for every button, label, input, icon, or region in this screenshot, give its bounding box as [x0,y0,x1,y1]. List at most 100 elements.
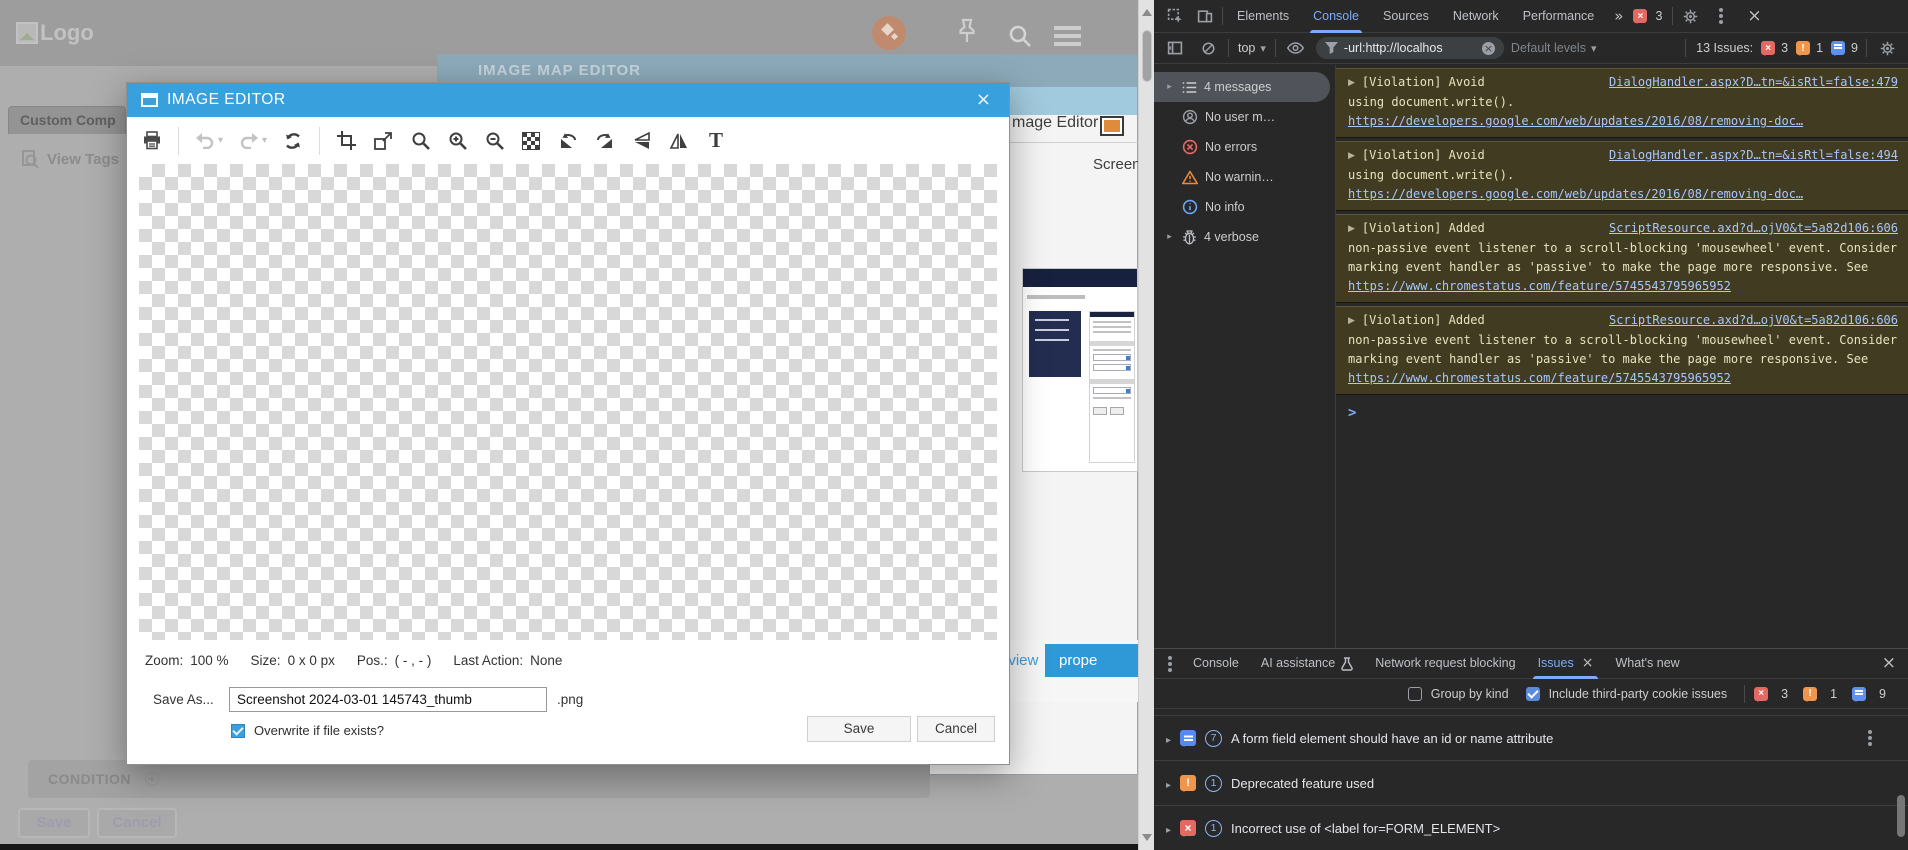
rotate-right-button[interactable] [594,126,616,156]
refresh-button[interactable] [282,126,304,156]
filename-input[interactable] [229,687,547,712]
zoom-button[interactable] [409,126,431,156]
undo-button[interactable]: ▾ [194,126,223,156]
sidebar-item-user-messages[interactable]: No user m… [1154,102,1330,132]
crop-button[interactable] [335,126,357,156]
sidebar-item-warnings[interactable]: No warnin… [1154,162,1330,192]
error-badge-icon[interactable] [1633,9,1648,24]
issue-row[interactable]: 1 Deprecated feature used [1154,760,1908,805]
source-link[interactable]: ScriptResource.axd?d…ojV0&t=5a82d106:606 [1609,219,1898,238]
scrollbar-thumb[interactable] [1142,30,1152,82]
page-cancel-button[interactable]: Cancel [97,808,177,838]
source-link[interactable]: ScriptResource.axd?d…ojV0&t=5a82d106:606 [1609,311,1898,330]
scroll-down-arrow[interactable] [1142,834,1152,841]
search-icon[interactable] [1008,24,1032,53]
issue-row[interactable]: 1 Incorrect use of <label for=FORM_ELEME… [1154,805,1908,850]
dialog-close-icon[interactable]: × [972,89,995,111]
condition-section-header[interactable]: CONDITION [28,760,930,798]
execution-context-selector[interactable]: top [1236,41,1268,55]
include-third-party-checkbox[interactable] [1525,686,1540,701]
flip-vertical-button[interactable] [631,126,653,156]
expand-triangle-icon[interactable] [1348,148,1362,162]
screenshot-icon[interactable] [1100,116,1124,136]
clear-filter-icon[interactable]: × [1481,41,1495,55]
message-url-link[interactable]: https://www.chromestatus.com/feature/574… [1348,369,1898,388]
redo-button[interactable]: ▾ [238,126,267,156]
sidebar-item-verbose[interactable]: 4 verbose [1154,222,1330,252]
logo[interactable]: Logo [16,20,94,46]
message-url-link[interactable]: https://developers.google.com/web/update… [1348,112,1898,131]
expand-caret-icon[interactable] [1164,82,1175,92]
drawer-tab-console[interactable]: Console [1182,649,1250,679]
tab-elements[interactable]: Elements [1227,0,1299,33]
undo-dropdown-icon[interactable]: ▾ [218,135,223,146]
sidebar-item-all-messages[interactable]: 4 messages [1154,72,1330,102]
hamburger-menu-icon[interactable] [1054,26,1081,30]
rotate-left-button[interactable] [557,126,579,156]
message-url-link[interactable]: https://developers.google.com/web/update… [1348,185,1898,204]
expand-triangle-icon[interactable] [1348,313,1362,327]
issues-scrollbar-thumb[interactable] [1897,795,1905,837]
scroll-up-arrow[interactable] [1142,9,1152,16]
pin-icon[interactable] [956,18,978,49]
console-sidebar-toggle-icon[interactable] [1162,35,1188,61]
overwrite-checkbox[interactable] [231,723,245,738]
tab-sources[interactable]: Sources [1373,0,1439,33]
ai-assistant-icon[interactable] [872,16,906,50]
text-tool-button[interactable] [705,126,727,156]
resize-button[interactable] [372,126,394,156]
more-tabs-icon[interactable]: » [1608,7,1629,25]
expand-caret-icon[interactable] [1166,776,1171,791]
expand-triangle-icon[interactable] [1348,221,1362,235]
console-prompt[interactable]: > [1336,398,1908,421]
console-settings-gear-icon[interactable] [1874,35,1900,61]
live-expression-eye-icon[interactable] [1283,35,1309,61]
screenshot-thumbnail[interactable] [1022,268,1138,472]
expand-triangle-icon[interactable] [1348,75,1362,89]
zoom-in-button[interactable] [446,126,468,156]
expand-caret-icon[interactable] [1164,232,1175,242]
drawer-tab-ai-assistance[interactable]: AI assistance [1250,649,1364,679]
tab-console[interactable]: Console [1303,0,1369,33]
page-scrollbar[interactable] [1138,0,1154,850]
drawer-tab-issues[interactable]: Issues × [1527,649,1605,679]
devtools-close-icon[interactable]: × [1739,7,1769,25]
inspect-element-icon[interactable] [1162,3,1188,29]
close-tab-icon[interactable]: × [1582,649,1594,678]
console-filter-input[interactable]: -url:http://localhos × [1315,37,1504,59]
settings-gear-icon[interactable] [1677,3,1703,29]
source-link[interactable]: DialogHandler.aspx?D…tn=&isRtl=false:479 [1609,73,1898,92]
transparency-button[interactable] [520,126,542,156]
devtools-menu-icon[interactable] [1719,14,1724,18]
tab-network[interactable]: Network [1443,0,1509,33]
issue-row[interactable]: 7 A form field element should have an id… [1154,715,1908,760]
drawer-tab-whats-new[interactable]: What's new [1604,649,1690,679]
add-condition-icon[interactable] [145,772,160,786]
print-button[interactable] [141,126,163,156]
clear-console-icon[interactable] [1195,35,1221,61]
sidebar-item-errors[interactable]: No errors [1154,132,1330,162]
source-link[interactable]: DialogHandler.aspx?D…tn=&isRtl=false:494 [1609,146,1898,165]
dialog-titlebar[interactable]: IMAGE EDITOR × [127,83,1009,117]
issues-counter[interactable]: 13 Issues: 3 1 9 [1685,39,1867,57]
flip-horizontal-button[interactable] [668,126,690,156]
editor-canvas[interactable] [139,164,997,640]
tab-properties[interactable]: prope [1045,644,1138,677]
issue-menu-icon[interactable] [1868,736,1872,740]
log-levels-dropdown[interactable]: Default levels [1511,41,1597,55]
dialog-cancel-button[interactable]: Cancel [917,716,995,742]
tab-performance[interactable]: Performance [1513,0,1605,33]
drawer-menu-icon[interactable] [1168,661,1172,666]
sidebar-item-info[interactable]: No info [1154,192,1330,222]
page-save-button[interactable]: Save [18,808,90,838]
tab-image-editor[interactable]: mage Editor [1012,114,1098,132]
tab-custom-components[interactable]: Custom Comp [8,106,126,134]
drawer-close-icon[interactable]: × [1874,655,1904,672]
redo-dropdown-icon[interactable]: ▾ [262,135,267,146]
message-url-link[interactable]: https://www.chromestatus.com/feature/574… [1348,277,1898,296]
zoom-out-button[interactable] [483,126,505,156]
drawer-tab-network-request-blocking[interactable]: Network request blocking [1364,649,1526,679]
group-by-kind-checkbox[interactable] [1407,686,1422,701]
expand-caret-icon[interactable] [1166,821,1171,836]
view-tags-link[interactable]: View Tags [22,150,119,169]
